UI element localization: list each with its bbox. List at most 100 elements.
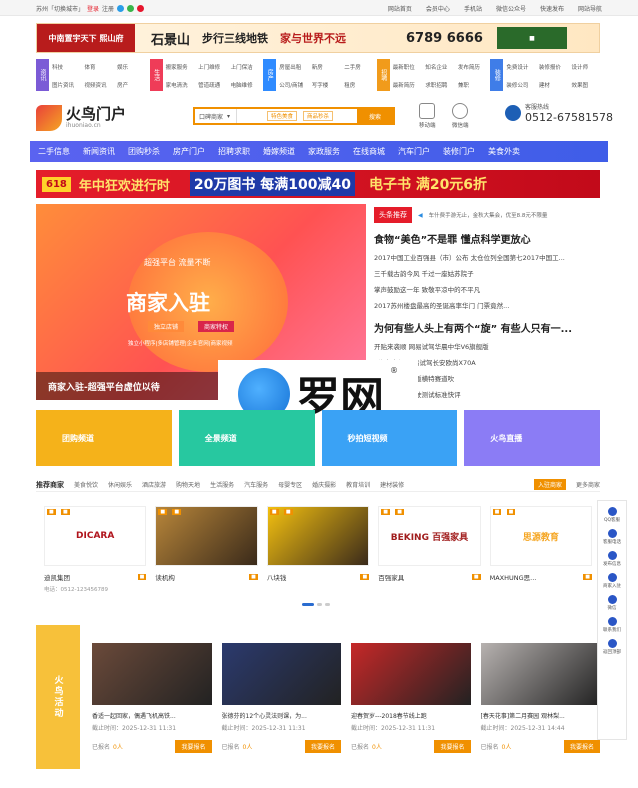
category-link[interactable]: 求职招聘: [425, 81, 454, 93]
category-link[interactable]: 租房: [344, 81, 373, 93]
activity-title[interactable]: 香适一起回家，偶遇飞机高铁...: [92, 711, 212, 720]
category-link[interactable]: 搬家服务: [166, 63, 195, 75]
carousel-pager[interactable]: [302, 603, 330, 606]
category-link[interactable]: 图片资讯: [52, 81, 81, 93]
category-link[interactable]: 设计师: [571, 63, 600, 75]
category-link[interactable]: 科技: [52, 63, 81, 75]
category-label[interactable]: 装修: [490, 59, 504, 91]
top-link-home[interactable]: 网站首页: [388, 4, 412, 13]
signup-button[interactable]: 我要报名: [563, 740, 600, 753]
activity-title[interactable]: [春天花事]第二月赛园 观林梨...: [481, 711, 601, 720]
headline-tab[interactable]: 头条推荐: [374, 207, 412, 223]
channel-card[interactable]: 全景频道: [178, 410, 315, 466]
recommend-category[interactable]: 美食悦饮: [74, 480, 98, 489]
merchant-card[interactable]: ■ ■ 八块钱 ■: [266, 506, 370, 594]
recommend-category[interactable]: 教育培训: [346, 480, 370, 489]
nav-item[interactable]: 在线商城: [353, 146, 385, 157]
nav-item[interactable]: 汽车门户: [398, 146, 430, 157]
merchant-name[interactable]: 百强家具: [378, 572, 404, 582]
nav-item[interactable]: 新闻资讯: [83, 146, 115, 157]
merchant-card[interactable]: ■ ■ 读机构 ■: [155, 506, 258, 594]
nav-item[interactable]: 二手信息: [38, 146, 70, 157]
recommend-category[interactable]: 婚庆摄影: [312, 480, 336, 489]
category-link[interactable]: 免费设计: [506, 63, 535, 75]
recommend-category[interactable]: 建材装修: [380, 480, 404, 489]
side-tool[interactable]: 商家入驻: [603, 573, 621, 589]
news-item[interactable]: 2017中国工业百强县（市）公布 太仓位列全国第七2017中国工...: [374, 252, 600, 262]
activity-card[interactable]: 香适一起回家，偶遇飞机高铁... 截止时间：2025-12-31 11:31 已报名…: [92, 643, 212, 763]
category-link[interactable]: 效果图: [571, 81, 600, 93]
news-item[interactable]: 开贴来袭顺 网易试驾华晨中华V6旗舰版: [374, 341, 600, 351]
category-link[interactable]: 娱乐: [117, 63, 146, 75]
activity-card[interactable]: 迎春贺岁---2018春节线上跑 截止时间：2025-12-31 11:31 已报名…: [351, 643, 471, 763]
category-link[interactable]: 视频资讯: [85, 81, 114, 93]
ad-banner-top[interactable]: 中南置宇天下 熙山府 石景山 步行三线地铁 家与世界不远 6789 6666 ■: [36, 23, 600, 53]
nav-item[interactable]: 招聘求职: [218, 146, 250, 157]
ad-banner-618[interactable]: 618 年中狂欢进行时 20万图书 每满100减40 电子书 满20元6折: [36, 170, 600, 198]
category-link[interactable]: 管道疏通: [198, 81, 227, 93]
category-link[interactable]: 体育: [85, 63, 114, 75]
category-link[interactable]: 写字楼: [312, 81, 341, 93]
merchant-card[interactable]: 思源教育 ■ ■ MAXHUNG思... ■: [489, 506, 593, 594]
recommend-category[interactable]: 购物天地: [176, 480, 200, 489]
channel-card[interactable]: 团购频道: [36, 410, 172, 466]
merchant-name[interactable]: MAXHUNG思...: [490, 572, 537, 582]
merchant-name[interactable]: 读机构: [155, 572, 175, 582]
wechat-qr[interactable]: 微信端: [452, 103, 469, 129]
side-tool[interactable]: 返回顶部: [603, 639, 621, 655]
category-label[interactable]: 生活: [149, 59, 163, 91]
login-link[interactable]: 登录: [87, 4, 99, 13]
category-link[interactable]: 兼职: [458, 81, 487, 93]
nav-item[interactable]: 装修门户: [443, 146, 475, 157]
nav-item[interactable]: 房产门户: [173, 146, 205, 157]
category-link[interactable]: 家电清洗: [166, 81, 195, 93]
side-tool[interactable]: 联系我们: [603, 617, 621, 633]
category-link[interactable]: 新房: [312, 63, 341, 75]
recommend-category[interactable]: 母婴专区: [278, 480, 302, 489]
category-link[interactable]: 上门保洁: [231, 63, 260, 75]
side-tool[interactable]: 客服电话: [603, 529, 621, 545]
search-tag-food[interactable]: 特色美食: [267, 111, 298, 121]
merchant-name[interactable]: 八块钱: [267, 572, 287, 582]
recommend-category[interactable]: 休闲娱乐: [108, 480, 132, 489]
top-link-wechat[interactable]: 微信公众号: [496, 4, 526, 13]
search-tag-seckill[interactable]: 商品秒杀: [303, 111, 334, 121]
mobile-qr[interactable]: 移动端: [419, 103, 436, 129]
category-link[interactable]: 房产: [117, 81, 146, 93]
category-label[interactable]: 房产: [263, 59, 277, 91]
category-link[interactable]: 知名企业: [425, 63, 454, 75]
wechat-login-icon[interactable]: [127, 5, 135, 12]
merchant-card[interactable]: BEKING 百强家具 ■ ■ 百强家具 ■: [378, 506, 481, 594]
top-link-publish[interactable]: 快速发布: [540, 4, 564, 13]
side-tool[interactable]: QQ客服: [604, 507, 620, 523]
news-headline-1[interactable]: 食物“美色”不是罪 懂点科学更放心: [374, 231, 600, 246]
merchant-name[interactable]: 迪凯集团: [44, 572, 70, 582]
category-label[interactable]: 招聘: [376, 59, 390, 91]
register-link[interactable]: 注册: [102, 4, 114, 13]
recommend-category[interactable]: 生活服务: [210, 480, 234, 489]
search-input[interactable]: 特色美食 商品秒杀: [237, 111, 357, 121]
channel-card[interactable]: 火鸟直播: [464, 410, 600, 466]
nav-item[interactable]: 家政服务: [308, 146, 340, 157]
city-switch[interactable]: 苏州「切换城市」: [36, 4, 84, 13]
site-logo[interactable]: 火鸟门户 ihuoniao.cn: [36, 100, 136, 136]
news-item[interactable]: 2017苏州楼盘最高的圣诞高率华门 门票竟然...: [374, 300, 600, 310]
signup-button[interactable]: 我要报名: [175, 740, 212, 753]
news-ticker[interactable]: 车什费手游无止，金秋大集会，优至8.8元不限量: [429, 211, 548, 219]
activity-card[interactable]: [春天花事]第二月赛园 观林梨... 截止时间：2025-12-31 14:44 已…: [480, 643, 601, 763]
activity-title[interactable]: 张德芬的12个心灵法则课，为...: [222, 711, 342, 720]
qq-login-icon[interactable]: [117, 5, 125, 12]
weibo-login-icon[interactable]: [137, 5, 145, 12]
news-item[interactable]: 三千载古韵今风 千过一座姑苏院子: [374, 268, 600, 278]
signup-button[interactable]: 我要报名: [434, 740, 471, 753]
activity-card[interactable]: 张德芬的12个心灵法则课，为... 截止时间：2025-12-31 11:31 已报…: [221, 643, 342, 763]
signup-button[interactable]: 我要报名: [304, 740, 341, 753]
category-link[interactable]: 房屋出租: [279, 63, 308, 75]
category-link[interactable]: 最新职位: [393, 63, 422, 75]
top-link-member[interactable]: 会员中心: [426, 4, 450, 13]
category-link[interactable]: 最新简历: [393, 81, 422, 93]
category-link[interactable]: 电脑维修: [231, 81, 260, 93]
category-link[interactable]: 上门维修: [198, 63, 227, 75]
enter-merchant-button[interactable]: 入驻商家: [533, 479, 566, 490]
nav-item[interactable]: 婚嫁频道: [263, 146, 295, 157]
